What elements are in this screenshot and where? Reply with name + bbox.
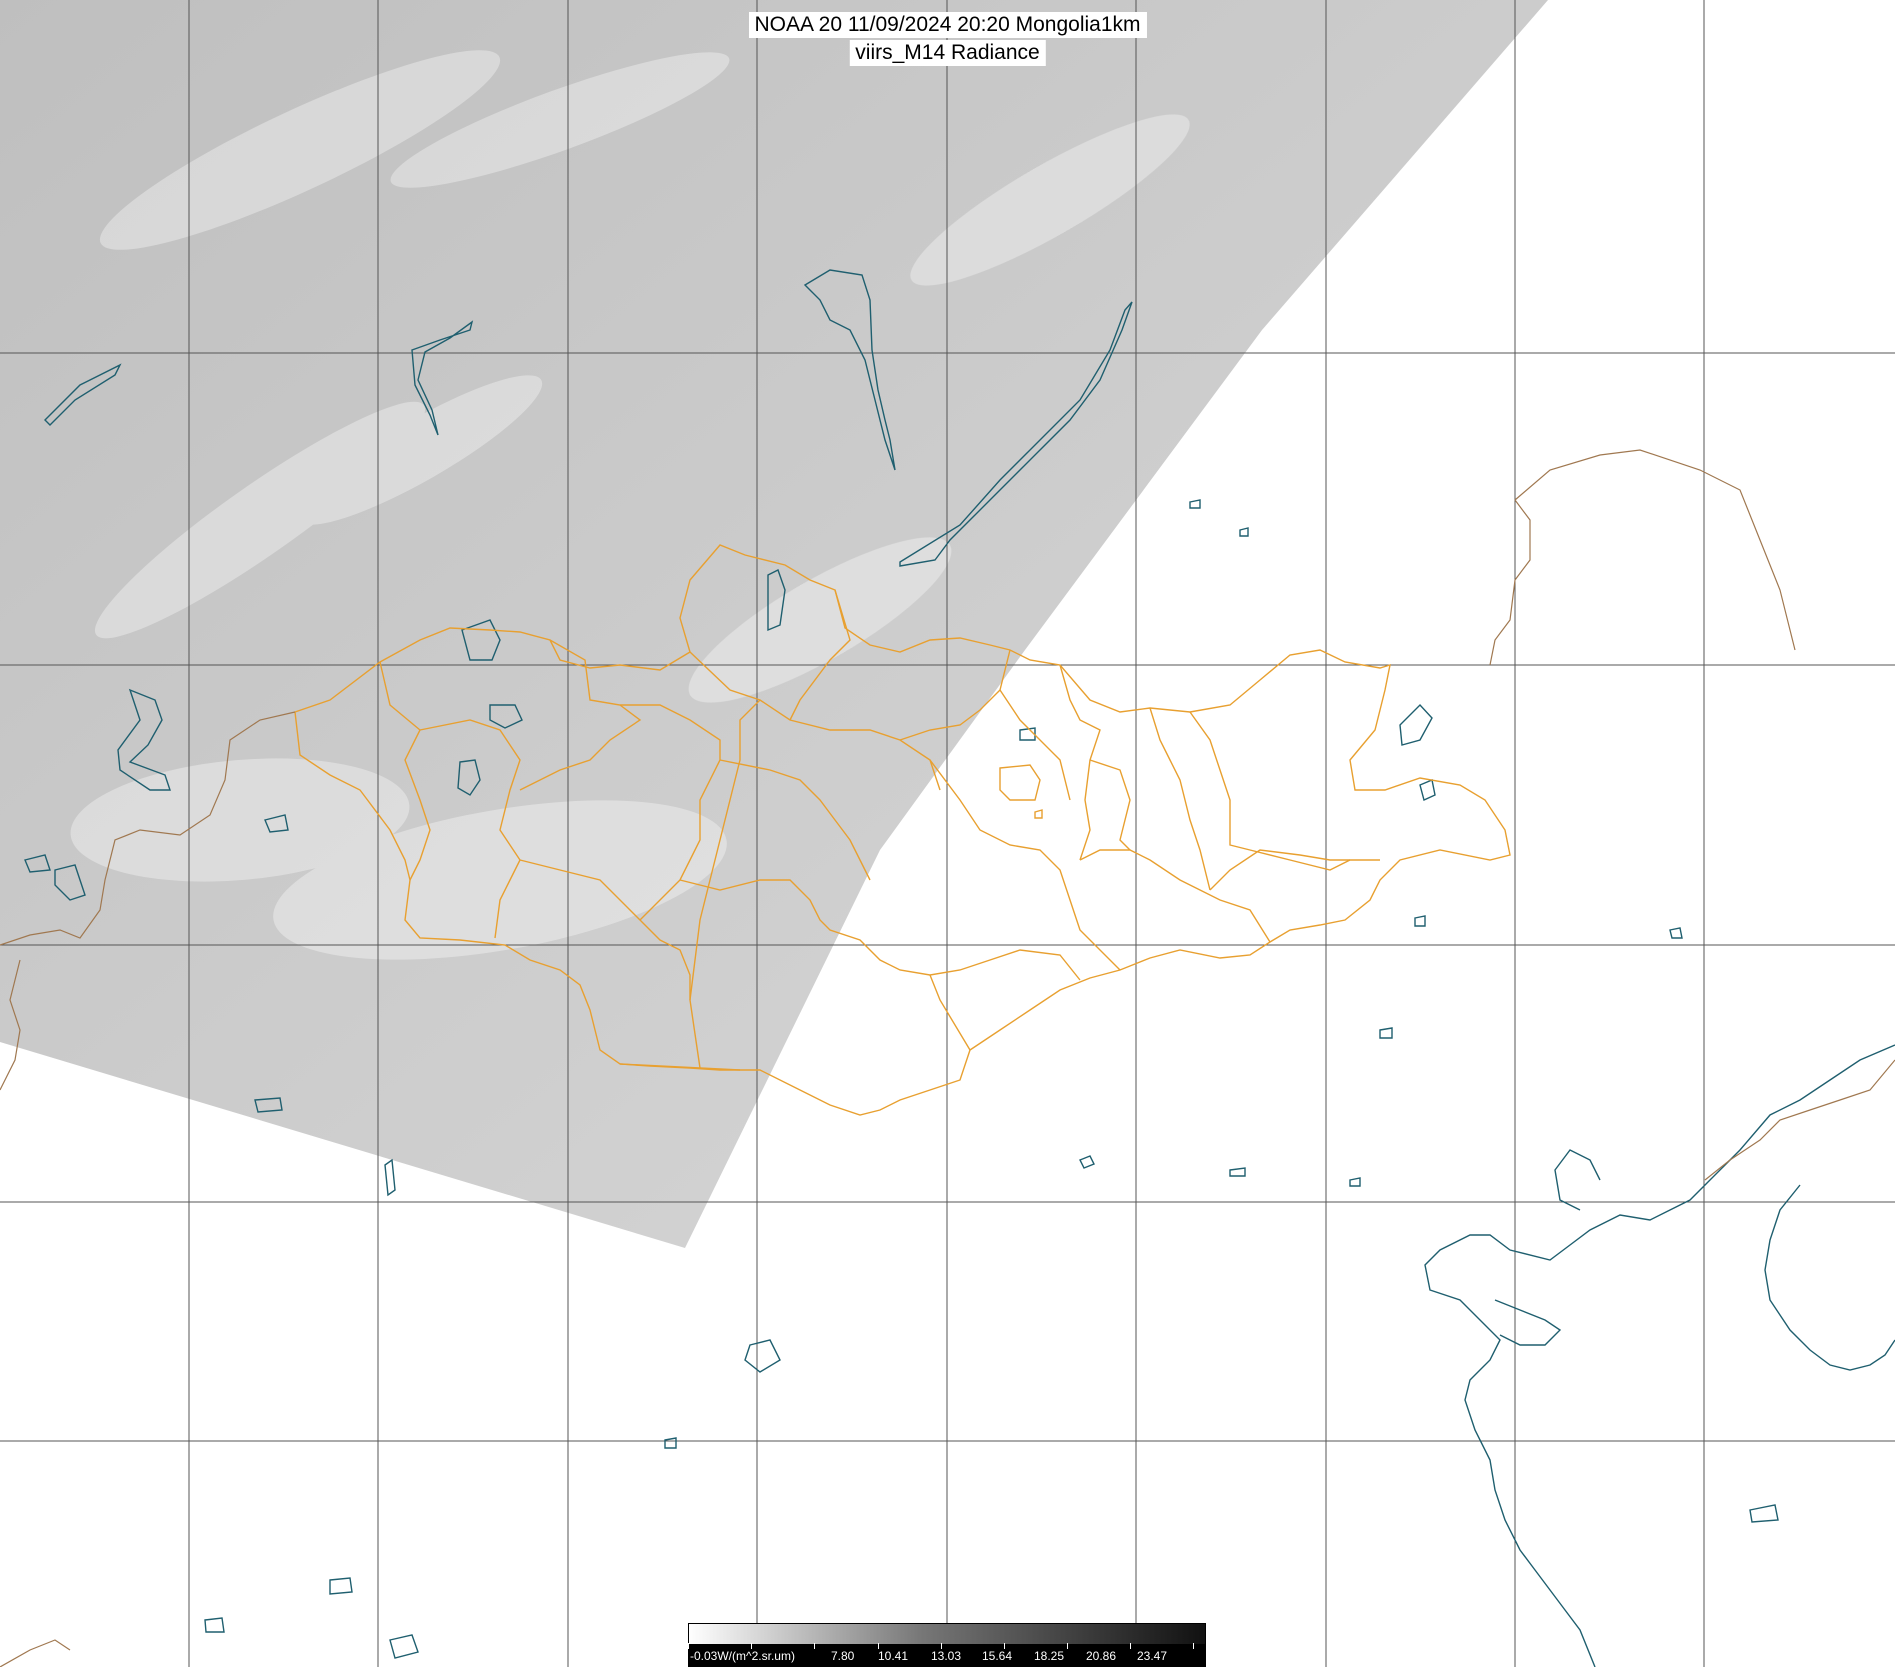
colorbar-tick-label: 7.80 [831,1649,855,1663]
coast-korea [1764,1184,1895,1371]
map-canvas: NOAA 20 11/09/2024 20:20 Mongolia1km vii… [0,0,1895,1667]
lake-misc-12 [204,1617,225,1633]
coast-shandong [1494,1299,1562,1346]
lake-south-c [744,1339,781,1373]
map-title: NOAA 20 11/09/2024 20:20 Mongolia1km [748,12,1147,38]
colorbar-gradient [689,1624,1205,1644]
colorbar-tick-label: 23.47 [1137,1649,1168,1663]
colorbar-legend: -0.03W/(m^2.sr.um) 7.80 10.41 13.03 15.6… [688,1623,1206,1667]
lake-misc-15 [1749,1504,1779,1523]
satellite-swath [0,0,1548,1248]
lake-misc-10 [384,1158,396,1197]
lake-misc-14 [664,1437,677,1449]
colorbar-tick-label: 18.25 [1034,1649,1065,1663]
colorbar-tick-label: 15.64 [982,1649,1013,1663]
lake-misc-11 [329,1577,353,1595]
coast-bohai [1554,1149,1601,1211]
border-russia-china-northeast [1514,449,1796,651]
lake-misc-5 [1379,1027,1393,1039]
coast-china-korea [1424,1044,1895,1667]
lake-misc-1 [1189,499,1201,509]
border-south-fragment [0,1639,71,1667]
ulaanbaatar-region [999,764,1041,801]
colorbar-tick-label: 20.86 [1086,1649,1117,1663]
map-subtitle: viirs_M14 Radiance [849,40,1046,66]
colorbar-tick-label: 13.03 [931,1649,962,1663]
lake-misc-4 [1669,927,1683,939]
lake-misc-7 [1079,1155,1095,1169]
border-manchuria [1489,499,1531,666]
lake-misc-2 [1239,527,1249,537]
satellite-map [0,0,1895,1667]
lake-misc-3 [1019,727,1036,741]
lake-misc-8 [1229,1167,1246,1177]
lake-east-mongolia [1399,703,1433,746]
lake-hulun [1419,779,1436,801]
lake-misc-6 [1414,915,1426,927]
lake-misc-9 [1349,1177,1361,1187]
border-korea [1704,1059,1895,1181]
colorbar-unit-label: -0.03W/(m^2.sr.um) [690,1649,795,1663]
colorbar-tick-label: 10.41 [878,1649,909,1663]
lake-misc-13 [389,1634,419,1659]
